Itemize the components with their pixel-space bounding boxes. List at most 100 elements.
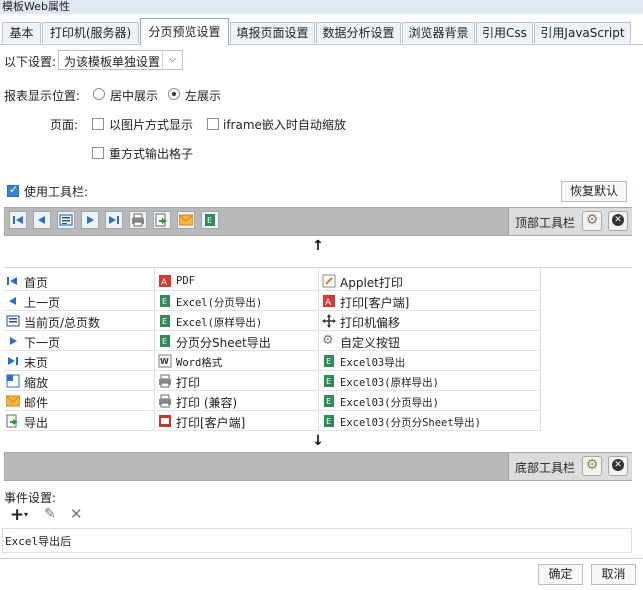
add-icon[interactable]: + [10,505,24,525]
excel-icon: E [322,374,336,388]
tab-browser-background[interactable]: 浏览器背景 [402,22,475,43]
grid-item-custom-button[interactable]: ⚙ 自定义按钮 [320,331,540,351]
top-toolbar-gear-icon[interactable]: ⚙ [582,211,602,231]
excel-icon[interactable]: E [201,211,219,229]
tab-fill-page[interactable]: 填报页面设置 [230,22,315,43]
checkbox-iframe-scale-label: iframe嵌入时自动缩放 [223,118,346,132]
top-toolbar-close-icon[interactable] [608,211,628,231]
bottom-toolbar-close-icon[interactable] [608,456,628,476]
delete-icon[interactable]: ✕ [70,505,83,523]
last-page-icon [6,354,20,368]
svg-text:W: W [160,357,169,366]
grid-item-first-page[interactable]: 首页 [4,271,154,291]
top-toolbar: E 顶部工具栏 ⚙ [4,207,632,236]
grid-item-export[interactable]: 导出 [4,411,154,431]
export-icon [6,414,20,428]
grid-item-label: Word格式 [176,357,223,369]
grid-item-page-count[interactable]: 当前页/总页数 [4,311,154,331]
grid-item-next-page[interactable]: 下一页 [4,331,154,351]
grid-item-prev-page[interactable]: 上一页 [4,291,154,311]
radio-center[interactable] [93,88,105,100]
grid-item-print-client[interactable]: 打印[客户端] [156,411,318,431]
move-down-arrow-icon[interactable]: ↓ [4,433,632,453]
grid-item-label: 打印 [176,376,201,390]
grid-item-email[interactable]: 邮件 [4,391,154,411]
move-up-arrow-icon[interactable]: ↑ [4,238,632,258]
last-page-icon[interactable] [105,211,123,229]
word-icon: W [158,354,172,368]
grid-item-label: 上一页 [24,296,61,310]
print-icon [158,374,172,388]
excel-icon: E [158,334,172,348]
checkbox-image-display[interactable] [92,118,104,130]
radio-center-label: 居中展示 [110,89,159,103]
applet-print-icon [322,274,336,288]
tab-printer-server[interactable]: 打印机(服务器) [42,22,139,43]
page-count-icon[interactable] [57,211,75,229]
ok-button[interactable]: 确定 [538,564,583,585]
tab-css[interactable]: 引用Css [476,22,533,43]
grid-item-applet-print[interactable]: Applet打印 [320,271,540,291]
print-icon[interactable] [129,211,147,229]
grid-item-label: 当前页/总页数 [24,316,101,330]
grid-item-label: Applet打印 [340,276,403,290]
svg-text:E: E [326,377,331,386]
svg-text:E: E [162,337,167,346]
grid-item-excel03-export[interactable]: E Excel03导出 [320,351,540,371]
excel-icon: E [322,354,336,368]
tab-basic[interactable]: 基本 [2,22,41,43]
grid-item-excel-original[interactable]: E Excel(原样导出) [156,311,318,331]
grid-item-excel03-paged[interactable]: E Excel03(分页导出) [320,391,540,411]
export-icon[interactable] [153,211,171,229]
grid-item-label: 打印[客户端] [176,416,246,430]
restore-default-button[interactable]: 恢复默认 [561,181,627,202]
scope-label: 以下设置: [4,55,57,69]
grid-item-zoom[interactable]: 缩放 [4,371,154,391]
event-item[interactable]: Excel导出后 [5,533,71,549]
excel-icon: E [322,394,336,408]
grid-item-label: 末页 [24,356,49,370]
tab-data-analysis[interactable]: 数据分析设置 [316,22,401,43]
bottom-toolbar-tag: 底部工具栏 ⚙ [508,453,632,480]
next-page-icon[interactable] [81,211,99,229]
grid-item-label: 分页分Sheet导出 [176,336,271,350]
cancel-button[interactable]: 取消 [591,564,636,585]
zoom-icon [6,374,20,388]
first-page-icon[interactable] [9,211,27,229]
grid-item-label: PDF [176,275,195,287]
grid-item-excel-sheet[interactable]: E 分页分Sheet导出 [156,331,318,351]
prev-page-icon[interactable] [33,211,51,229]
grid-item-excel03-original[interactable]: E Excel03(原样导出) [320,371,540,391]
bottom-toolbar-gear-icon[interactable]: ⚙ [582,456,602,476]
email-icon[interactable] [177,211,195,229]
svg-text:A: A [161,278,168,288]
checkbox-repeat-cells[interactable] [92,147,104,159]
checkbox-iframe-scale[interactable] [207,118,219,130]
grid-item-label: Excel(原样导出) [176,317,263,329]
svg-text:E: E [326,417,331,426]
grid-item-excel-paged[interactable]: E Excel(分页导出) [156,291,318,311]
grid-item-label: Excel(分页导出) [176,297,263,309]
scope-select[interactable]: 为该模板单独设置 ⌵ [58,50,183,70]
pdf-icon: A [158,274,172,288]
grid-item-pdf[interactable]: A PDF [156,271,318,291]
grid-item-excel03-sheet[interactable]: E Excel03(分页分Sheet导出) [320,411,540,431]
bottom-toolbar: 底部工具栏 ⚙ [4,452,632,481]
edit-icon[interactable]: ✎ [44,506,56,522]
move-icon [322,314,336,328]
radio-left[interactable] [168,88,180,100]
top-toolbar-label: 顶部工具栏 [515,216,576,230]
grid-item-last-page[interactable]: 末页 [4,351,154,371]
svg-text:E: E [326,357,331,366]
grid-item-print[interactable]: 打印 [156,371,318,391]
grid-item-word[interactable]: W Word格式 [156,351,318,371]
toolbar-buttons-grid: 首页 上一页 当前页/总页数 下一页 末页 缩放 邮件 导出 A PDF E E… [4,267,632,432]
tab-javascript[interactable]: 引用JavaScript [534,22,631,43]
chevron-down-icon[interactable]: ▾ [24,510,28,519]
checkbox-use-toolbar[interactable] [7,183,19,197]
grid-item-printer-offset[interactable]: 打印机偏移 [320,311,540,331]
use-toolbar-label: 使用工具栏: [24,185,89,199]
grid-item-print-client-pdf[interactable]: A 打印[客户端] [320,291,540,311]
tab-paging-preview[interactable]: 分页预览设置 [140,18,229,45]
grid-item-print-compatible[interactable]: 打印 (兼容) [156,391,318,411]
